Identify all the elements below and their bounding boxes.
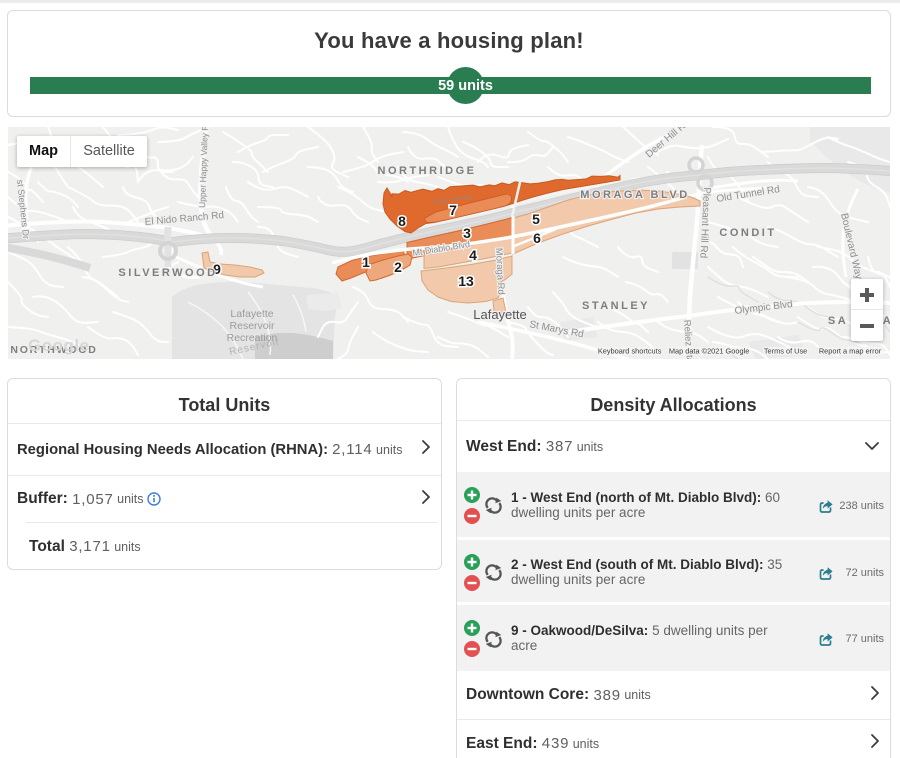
svg-text:5: 5 <box>532 211 540 227</box>
svg-text:Reservoir: Reservoir <box>230 320 275 332</box>
svg-text:2: 2 <box>394 259 402 275</box>
svg-text:6: 6 <box>533 230 541 246</box>
svg-text:Lafayette: Lafayette <box>473 307 527 322</box>
svg-text:SA: SA <box>828 315 848 327</box>
svg-text:MORAGA BLVD: MORAGA BLVD <box>580 189 689 201</box>
svg-text:8: 8 <box>398 213 406 229</box>
svg-text:NORTHRIDGE: NORTHRIDGE <box>378 165 477 177</box>
svg-text:Lafayette: Lafayette <box>230 308 273 320</box>
svg-text:1: 1 <box>362 254 370 270</box>
svg-text:SILVERWOOD: SILVERWOOD <box>118 267 217 279</box>
svg-text:STANLEY: STANLEY <box>582 300 650 312</box>
svg-text:4: 4 <box>469 247 477 263</box>
svg-text:7: 7 <box>449 202 457 218</box>
svg-text:13: 13 <box>458 273 474 289</box>
svg-text:A: A <box>883 315 890 327</box>
svg-text:CONDIT: CONDIT <box>719 227 776 239</box>
